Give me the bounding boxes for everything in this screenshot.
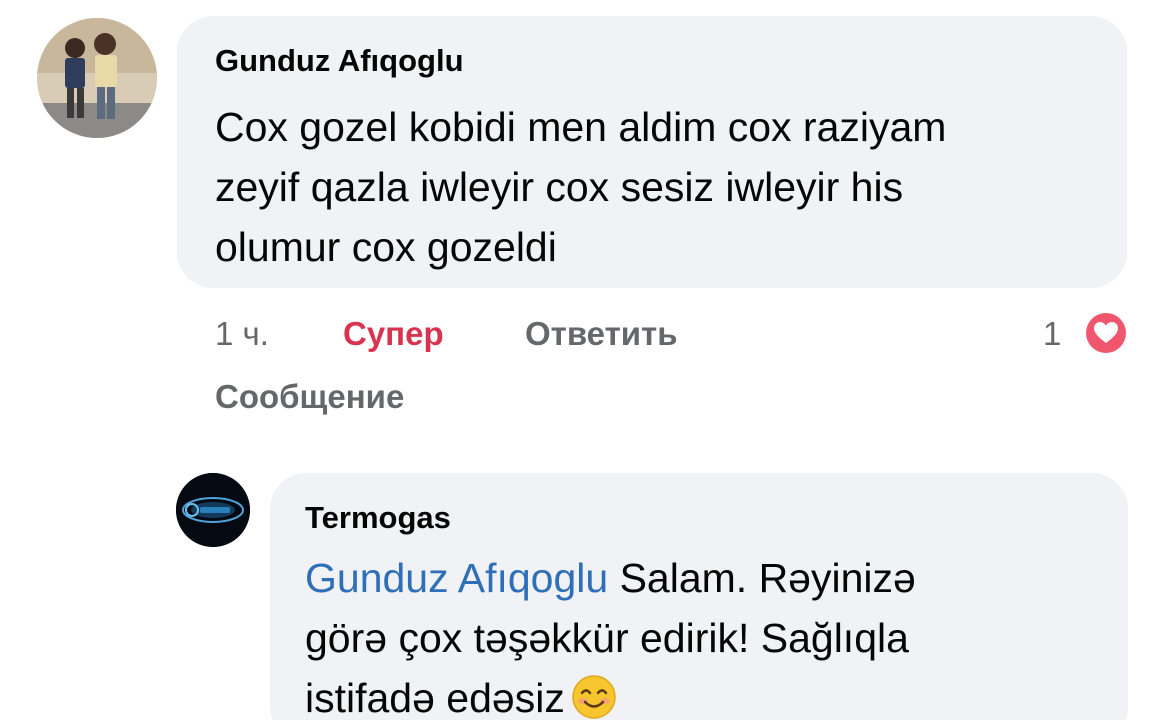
reply-text-line: istifadə edəsiz (305, 668, 1105, 720)
comment-text-line: olumur cox gozeldi (215, 224, 557, 270)
comment-text-line: Cox gozel kobidi men aldim cox raziyam (215, 104, 947, 150)
reaction-count[interactable]: 1 (1043, 314, 1061, 354)
comment-author[interactable]: Gunduz Afıqoglu (215, 43, 464, 79)
mention-link[interactable]: Gunduz Afıqoglu (305, 555, 608, 601)
reply-text-line: Gunduz Afıqoglu Salam. Rəyinizə (305, 548, 1105, 608)
smiling-face-emoji-icon (571, 674, 617, 720)
reply-button[interactable]: Ответить (525, 314, 678, 354)
reply-text-segment: istifadə edəsiz (305, 675, 565, 720)
termogas-logo-icon (176, 473, 250, 547)
comment-text: Cox gozel kobidi men aldim cox raziyam z… (215, 97, 1095, 277)
reply-avatar[interactable] (176, 473, 250, 547)
reaction-button[interactable]: Супер (343, 314, 444, 354)
reply-author[interactable]: Termogas (305, 500, 451, 536)
avatar[interactable] (37, 18, 157, 138)
comment-text-line: zeyif qazla iwleyir cox sesiz iwleyir hi… (215, 164, 904, 210)
message-button[interactable]: Сообщение (215, 377, 404, 417)
reply-text-line: görə çox təşəkkür edirik! Sağlıqla (305, 615, 909, 661)
avatar-photo-icon (37, 18, 157, 138)
reply-text: Gunduz Afıqoglu Salam. Rəyinizə görə çox… (305, 548, 1105, 720)
comment-timestamp[interactable]: 1 ч. (215, 314, 269, 354)
reply-text-segment: Salam. Rəyinizə (608, 555, 916, 601)
heart-icon[interactable] (1082, 309, 1130, 357)
comment-thread: Gunduz Afıqoglu Cox gozel kobidi men ald… (0, 0, 1165, 720)
